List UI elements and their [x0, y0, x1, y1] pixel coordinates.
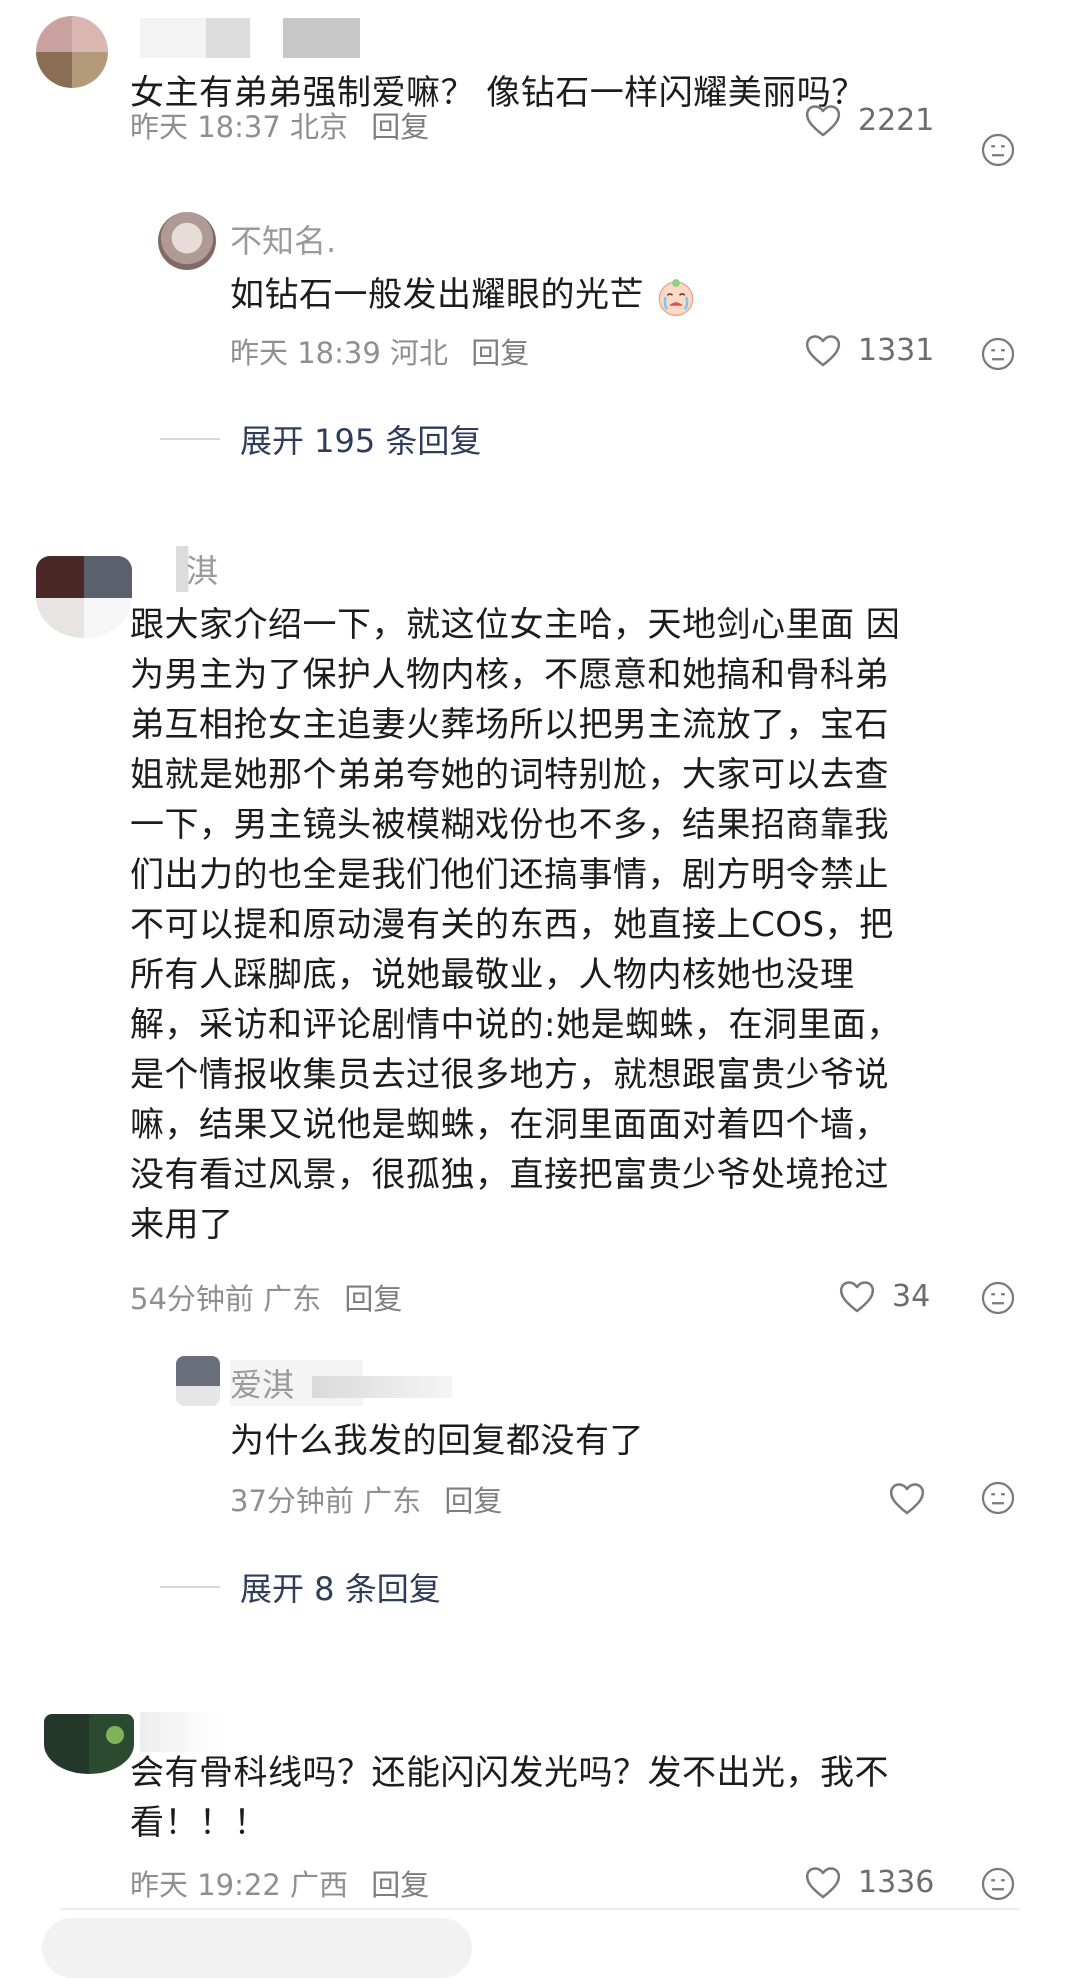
comment-line: 不可以提和原动漫有关的东西，她直接上COS，把: [130, 905, 894, 945]
comment-time: 昨天 19:22: [130, 1868, 281, 1902]
comment-line: 弟互相抢女主追妻火葬场所以把男主流放了，宝石: [130, 705, 889, 745]
expand-replies-label: 展开 8 条回复: [240, 1570, 441, 1608]
comment-line: 是个情报收集员去过很多地方，就想跟富贵少爷说: [130, 1055, 889, 1095]
comment-line: 所有人踩脚底，说她最敬业，人物内核她也没理: [130, 955, 855, 995]
meh-face-icon[interactable]: [980, 1866, 1016, 1902]
divider: [160, 438, 220, 440]
like-count: 2221: [858, 102, 935, 138]
reply-button[interactable]: 回复: [444, 1484, 502, 1518]
comment-line: 会有骨科线吗？还能闪闪发光吗？发不出光，我不: [130, 1753, 889, 1793]
reply-button[interactable]: 回复: [371, 1868, 429, 1902]
like-button[interactable]: 1336: [804, 1864, 934, 1900]
comment-location: 广西: [290, 1868, 349, 1902]
comment-line: 没有看过风景，很孤独，直接把富贵少爷处境抢过: [130, 1155, 889, 1195]
comment-location: 广东: [263, 1282, 322, 1316]
comment-line: 跟大家介绍一下，就这位女主哈，天地剑心里面 因: [130, 605, 901, 645]
comment-line: 解，采访和评论剧情中说的:她是蜘蛛，在洞里面，: [130, 1005, 901, 1045]
reply-location: 河北: [390, 336, 449, 370]
comment-line: 看！！！: [130, 1803, 268, 1843]
crying-face-icon: [655, 276, 697, 318]
comment-meta: 54分钟前 广东 回复: [130, 1276, 402, 1318]
like-button[interactable]: [888, 1480, 926, 1516]
meh-face-icon[interactable]: [980, 1280, 1016, 1316]
reply-username[interactable]: 爱淇: [230, 1360, 453, 1406]
meh-face-icon[interactable]: [980, 132, 1016, 168]
username-blurred[interactable]: [140, 18, 360, 58]
comment-time: 昨天 18:37: [130, 110, 281, 144]
comment-line: 嘛，结果又说他是蜘蛛，在洞里面面对着四个墙，: [130, 1105, 889, 1145]
divider: [160, 1586, 220, 1588]
like-button[interactable]: 1331: [804, 332, 934, 368]
avatar[interactable]: [36, 16, 108, 88]
reply-button[interactable]: 回复: [371, 110, 429, 144]
comment-line: 来用了: [130, 1205, 234, 1245]
comment-location: 北京: [290, 110, 349, 144]
like-count: 1336: [858, 1864, 935, 1900]
comment-input-bar[interactable]: [42, 1918, 472, 1978]
meh-face-icon[interactable]: [980, 336, 1016, 372]
reply-meta: 昨天 18:39 河北 回复: [230, 330, 529, 372]
expand-replies-label: 展开 195 条回复: [240, 422, 482, 460]
comment-line: 为男主为了保护人物内核，不愿意和她搞和骨科弟: [130, 655, 889, 695]
reply-time: 37分钟前: [230, 1484, 354, 1518]
comment-meta: 昨天 19:22 广西 回复: [130, 1862, 429, 1904]
heart-outline-icon[interactable]: [804, 102, 842, 138]
comment-time: 54分钟前: [130, 1282, 254, 1316]
avatar[interactable]: [36, 556, 132, 638]
avatar[interactable]: [176, 1356, 220, 1406]
heart-outline-icon[interactable]: [804, 1864, 842, 1900]
reply-username[interactable]: 不知名.: [230, 216, 336, 262]
reply-text-content: 如钻石一般发出耀眼的光芒: [230, 275, 644, 315]
expand-replies-button[interactable]: 展开 195 条回复: [160, 416, 481, 462]
heart-outline-icon[interactable]: [838, 1278, 876, 1314]
expand-replies-button[interactable]: 展开 8 条回复: [160, 1564, 441, 1610]
heart-outline-icon[interactable]: [804, 332, 842, 368]
reply-meta: 37分钟前 广东 回复: [230, 1478, 502, 1520]
username-blurred[interactable]: [140, 1712, 220, 1752]
like-button[interactable]: 34: [838, 1278, 930, 1314]
like-button[interactable]: 2221: [804, 102, 934, 138]
comment-meta: 昨天 18:37 北京 回复: [130, 104, 429, 146]
reply-text: 为什么我发的回复都没有了: [230, 1421, 644, 1461]
comment-line: 们出力的也全是我们他们还搞事情，剧方明令禁止: [130, 855, 889, 895]
reply-button[interactable]: 回复: [344, 1282, 402, 1316]
comment-line: 姐就是她那个弟弟夸她的词特别尬，大家可以去查: [130, 755, 889, 795]
reply-time: 昨天 18:39: [230, 336, 381, 370]
reply-text: 如钻石一般发出耀眼的光芒: [230, 270, 697, 321]
heart-outline-icon[interactable]: [888, 1480, 926, 1516]
reply-button[interactable]: 回复: [471, 336, 529, 370]
meh-face-icon[interactable]: [980, 1480, 1016, 1516]
username[interactable]: 淇: [176, 546, 219, 592]
comment-line: 一下，男主镜头被模糊戏份也不多，结果招商靠我: [130, 805, 889, 845]
like-count: 1331: [858, 332, 935, 368]
divider: [60, 1908, 1020, 1910]
reply-location: 广东: [363, 1484, 422, 1518]
like-count: 34: [892, 1278, 931, 1314]
avatar[interactable]: [158, 212, 216, 270]
avatar[interactable]: [44, 1714, 134, 1774]
name-redaction: [312, 1376, 453, 1398]
